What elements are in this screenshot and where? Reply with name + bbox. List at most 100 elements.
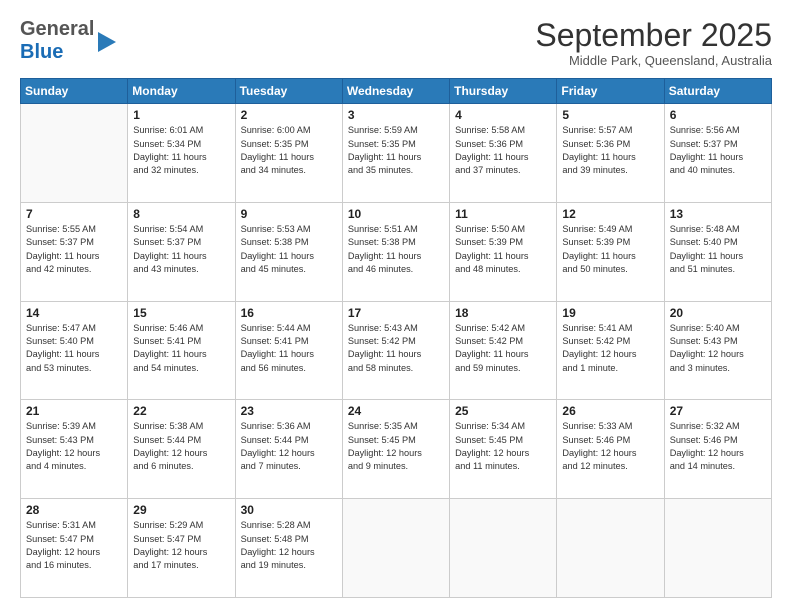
week-row-2: 7Sunrise: 5:55 AMSunset: 5:37 PMDaylight… <box>21 202 772 301</box>
calendar-cell: 16 Sunrise: 5:44 AMSunset: 5:41 PMDayligh… <box>235 301 342 400</box>
day-number: 4 <box>455 108 551 122</box>
day-info: Sunrise: 5:44 AMSunset: 5:41 PMDaylight:… <box>241 322 337 375</box>
day-info: Sunrise: 6:00 AMSunset: 5:35 PMDaylight:… <box>241 124 337 177</box>
day-info: Sunrise: 5:31 AMSunset: 5:47 PMDaylight:… <box>26 519 122 572</box>
logo-icon <box>96 28 118 56</box>
calendar-cell: 22Sunrise: 5:38 AMSunset: 5:44 PMDayligh… <box>128 400 235 499</box>
day-info: Sunrise: 5:54 AMSunset: 5:37 PMDaylight:… <box>133 223 229 276</box>
day-info: Sunrise: 5:36 AMSunset: 5:44 PMDaylight:… <box>241 420 337 473</box>
calendar-cell: 19 Sunrise: 5:41 AMSunset: 5:42 PMDayligh… <box>557 301 664 400</box>
calendar-cell: 29Sunrise: 5:29 AMSunset: 5:47 PMDayligh… <box>128 499 235 598</box>
logo: General Blue <box>20 18 118 64</box>
logo-blue: Blue <box>20 41 63 63</box>
header: General Blue September 2025 Middle Park,… <box>20 18 772 68</box>
day-number: 5 <box>562 108 658 122</box>
day-info: Sunrise: 5:56 AMSunset: 5:37 PMDaylight:… <box>670 124 766 177</box>
day-info: Sunrise: 5:32 AMSunset: 5:46 PMDaylight:… <box>670 420 766 473</box>
calendar-cell: 1 Sunrise: 6:01 AMSunset: 5:34 PMDaylight… <box>128 104 235 203</box>
day-of-week-monday: Monday <box>128 79 235 104</box>
day-info: Sunrise: 5:33 AMSunset: 5:46 PMDaylight:… <box>562 420 658 473</box>
month-title: September 2025 <box>535 18 772 53</box>
day-of-week-thursday: Thursday <box>450 79 557 104</box>
day-of-week-wednesday: Wednesday <box>342 79 449 104</box>
day-number: 12 <box>562 207 658 221</box>
calendar-cell: 4Sunrise: 5:58 AMSunset: 5:36 PMDaylight… <box>450 104 557 203</box>
day-number: 8 <box>133 207 229 221</box>
day-info: Sunrise: 5:35 AMSunset: 5:45 PMDaylight:… <box>348 420 444 473</box>
calendar-cell: 8 Sunrise: 5:54 AMSunset: 5:37 PMDaylight… <box>128 202 235 301</box>
day-number: 28 <box>26 503 122 517</box>
day-number: 11 <box>455 207 551 221</box>
calendar-cell: 20 Sunrise: 5:40 AMSunset: 5:43 PMDayligh… <box>664 301 771 400</box>
day-number: 1 <box>133 108 229 122</box>
day-info: Sunrise: 5:57 AMSunset: 5:36 PMDaylight:… <box>562 124 658 177</box>
calendar-cell: 13 Sunrise: 5:48 AMSunset: 5:40 PMDayligh… <box>664 202 771 301</box>
day-number: 16 <box>241 306 337 320</box>
calendar-cell <box>342 499 449 598</box>
logo-general: General <box>20 18 94 40</box>
day-number: 18 <box>455 306 551 320</box>
day-info: Sunrise: 5:41 AMSunset: 5:42 PMDaylight:… <box>562 322 658 375</box>
calendar-cell: 30Sunrise: 5:28 AMSunset: 5:48 PMDayligh… <box>235 499 342 598</box>
day-info: Sunrise: 5:50 AMSunset: 5:39 PMDaylight:… <box>455 223 551 276</box>
calendar-cell: 2 Sunrise: 6:00 AMSunset: 5:35 PMDaylight… <box>235 104 342 203</box>
day-number: 10 <box>348 207 444 221</box>
day-number: 22 <box>133 404 229 418</box>
day-info: Sunrise: 5:48 AMSunset: 5:40 PMDaylight:… <box>670 223 766 276</box>
day-info: Sunrise: 5:49 AMSunset: 5:39 PMDaylight:… <box>562 223 658 276</box>
calendar-cell: 3 Sunrise: 5:59 AMSunset: 5:35 PMDaylight… <box>342 104 449 203</box>
day-info: Sunrise: 5:34 AMSunset: 5:45 PMDaylight:… <box>455 420 551 473</box>
calendar-cell: 17Sunrise: 5:43 AMSunset: 5:42 PMDayligh… <box>342 301 449 400</box>
calendar-cell <box>557 499 664 598</box>
day-number: 6 <box>670 108 766 122</box>
day-number: 24 <box>348 404 444 418</box>
day-info: Sunrise: 5:51 AMSunset: 5:38 PMDaylight:… <box>348 223 444 276</box>
calendar: SundayMondayTuesdayWednesdayThursdayFrid… <box>20 78 772 598</box>
day-of-week-friday: Friday <box>557 79 664 104</box>
day-info: Sunrise: 5:47 AMSunset: 5:40 PMDaylight:… <box>26 322 122 375</box>
day-of-week-tuesday: Tuesday <box>235 79 342 104</box>
day-info: Sunrise: 5:42 AMSunset: 5:42 PMDaylight:… <box>455 322 551 375</box>
day-info: Sunrise: 5:53 AMSunset: 5:38 PMDaylight:… <box>241 223 337 276</box>
day-number: 30 <box>241 503 337 517</box>
calendar-cell: 10 Sunrise: 5:51 AMSunset: 5:38 PMDayligh… <box>342 202 449 301</box>
day-number: 27 <box>670 404 766 418</box>
title-block: September 2025 Middle Park, Queensland, … <box>535 18 772 68</box>
calendar-cell <box>21 104 128 203</box>
calendar-cell: 27 Sunrise: 5:32 AMSunset: 5:46 PMDayligh… <box>664 400 771 499</box>
calendar-cell: 21 Sunrise: 5:39 AMSunset: 5:43 PMDayligh… <box>21 400 128 499</box>
day-number: 25 <box>455 404 551 418</box>
calendar-cell: 28 Sunrise: 5:31 AMSunset: 5:47 PMDayligh… <box>21 499 128 598</box>
calendar-header-row: SundayMondayTuesdayWednesdayThursdayFrid… <box>21 79 772 104</box>
day-info: Sunrise: 5:59 AMSunset: 5:35 PMDaylight:… <box>348 124 444 177</box>
calendar-cell: 15 Sunrise: 5:46 AMSunset: 5:41 PMDayligh… <box>128 301 235 400</box>
calendar-cell <box>450 499 557 598</box>
calendar-cell: 18 Sunrise: 5:42 AMSunset: 5:42 PMDayligh… <box>450 301 557 400</box>
week-row-3: 14Sunrise: 5:47 AMSunset: 5:40 PMDayligh… <box>21 301 772 400</box>
day-info: Sunrise: 5:40 AMSunset: 5:43 PMDaylight:… <box>670 322 766 375</box>
week-row-4: 21 Sunrise: 5:39 AMSunset: 5:43 PMDayligh… <box>21 400 772 499</box>
calendar-cell: 11 Sunrise: 5:50 AMSunset: 5:39 PMDayligh… <box>450 202 557 301</box>
day-number: 26 <box>562 404 658 418</box>
day-info: Sunrise: 5:39 AMSunset: 5:43 PMDaylight:… <box>26 420 122 473</box>
day-number: 20 <box>670 306 766 320</box>
calendar-cell: 25 Sunrise: 5:34 AMSunset: 5:45 PMDayligh… <box>450 400 557 499</box>
day-of-week-sunday: Sunday <box>21 79 128 104</box>
calendar-cell: 7Sunrise: 5:55 AMSunset: 5:37 PMDaylight… <box>21 202 128 301</box>
calendar-cell: 5 Sunrise: 5:57 AMSunset: 5:36 PMDaylight… <box>557 104 664 203</box>
day-number: 23 <box>241 404 337 418</box>
day-info: Sunrise: 6:01 AMSunset: 5:34 PMDaylight:… <box>133 124 229 177</box>
day-number: 21 <box>26 404 122 418</box>
day-number: 15 <box>133 306 229 320</box>
day-number: 19 <box>562 306 658 320</box>
day-of-week-saturday: Saturday <box>664 79 771 104</box>
day-info: Sunrise: 5:46 AMSunset: 5:41 PMDaylight:… <box>133 322 229 375</box>
calendar-cell: 14Sunrise: 5:47 AMSunset: 5:40 PMDayligh… <box>21 301 128 400</box>
location: Middle Park, Queensland, Australia <box>535 53 772 68</box>
day-number: 2 <box>241 108 337 122</box>
day-number: 13 <box>670 207 766 221</box>
calendar-cell: 26 Sunrise: 5:33 AMSunset: 5:46 PMDayligh… <box>557 400 664 499</box>
day-info: Sunrise: 5:29 AMSunset: 5:47 PMDaylight:… <box>133 519 229 572</box>
day-number: 3 <box>348 108 444 122</box>
day-number: 17 <box>348 306 444 320</box>
